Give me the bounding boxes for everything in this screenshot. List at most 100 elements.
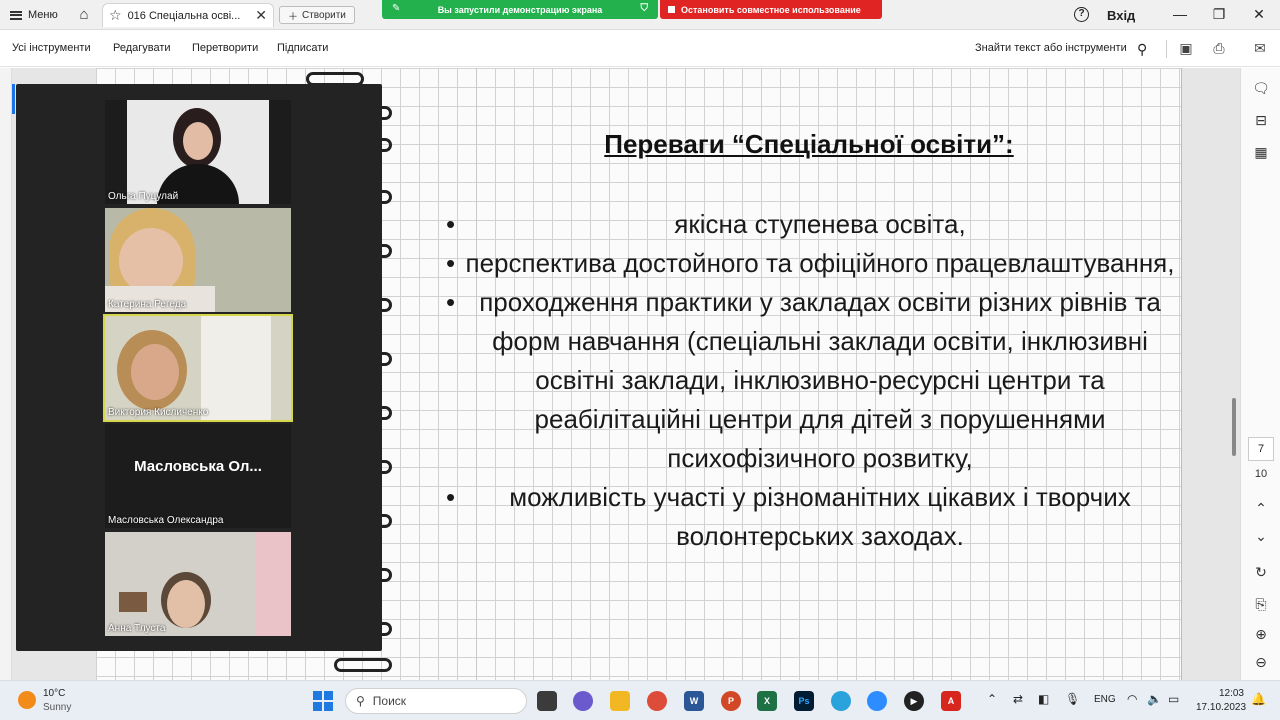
help-icon[interactable]: ? <box>1074 7 1089 22</box>
tray-app-icon-2[interactable]: ◧ <box>1038 692 1049 706</box>
word-icon[interactable]: W <box>684 691 704 711</box>
thumbnails-icon[interactable]: ▦ <box>1251 142 1271 162</box>
scrollbar-thumb[interactable] <box>1232 398 1236 456</box>
notification-bell-icon[interactable]: 🔔 <box>1251 692 1266 706</box>
page-down-icon[interactable]: ⌄ <box>1251 526 1271 546</box>
media-player-icon[interactable]: ▶ <box>904 691 924 711</box>
stop-share-button[interactable]: Остановить совместное использование <box>660 0 882 19</box>
sun-icon[interactable] <box>18 691 36 709</box>
search-placeholder: Поиск <box>372 694 407 708</box>
left-rail-indicator <box>12 84 15 114</box>
weather-temp[interactable]: 10°C <box>43 688 65 699</box>
minimize-icon[interactable]: — <box>1170 4 1190 24</box>
taskbar-search[interactable]: ⚲ Поиск <box>345 688 527 714</box>
video-frame <box>105 532 291 636</box>
right-tool-rail: 🗨 ⊟ ▦ 7 10 ⌃ ⌄ ↻ ⎘ ⊕ ⊖ <box>1240 68 1280 680</box>
bullet-text: якісна ступенева освіта, <box>674 209 966 239</box>
participant-name: Катерина Регеда <box>108 299 187 310</box>
window-background <box>201 316 271 420</box>
video-gallery-panel[interactable]: Ольга Пуцулай Катерина Регеда Виктория К… <box>16 84 382 651</box>
menu-edit[interactable]: Редагувати <box>113 42 171 54</box>
volume-icon[interactable]: 🔈 <box>1147 692 1162 706</box>
start-button[interactable] <box>313 691 333 711</box>
page-up-icon[interactable]: ⌃ <box>1251 498 1271 518</box>
bullet-text: можливість участі у різноманітних цікави… <box>509 482 1131 551</box>
page-total: 10 <box>1254 468 1268 480</box>
person-face <box>131 344 179 400</box>
weather-condition[interactable]: Sunny <box>43 702 71 713</box>
rotate-icon[interactable]: ↻ <box>1251 562 1271 582</box>
language-indicator[interactable]: ENG <box>1094 694 1116 705</box>
new-tab-label: Створити <box>302 9 346 21</box>
participant-placeholder-name: Масловська Ол... <box>134 458 262 475</box>
teams-chat-icon[interactable] <box>573 691 593 711</box>
person-face <box>183 122 213 160</box>
bookmark-icon[interactable]: ⊟ <box>1251 110 1271 130</box>
stop-icon <box>668 6 675 13</box>
restore-icon[interactable]: ❐ <box>1209 4 1229 24</box>
windows-taskbar: 10°C Sunny ⚲ Поиск W P X Ps ▶ A ⌃ ⇄ ◧ 🎙 … <box>0 680 1280 720</box>
email-icon[interactable]: ✉ <box>1251 39 1269 57</box>
clock-date[interactable]: 17.10.2023 <box>1196 702 1246 713</box>
participant-video-tile[interactable]: Анна Тлуста <box>105 532 291 636</box>
bullet-text: проходження практики у закладах освіти р… <box>479 287 1161 473</box>
screen-share-status: Вы запустили демонстрацию экрана <box>437 4 603 15</box>
wifi-icon[interactable]: ◠ <box>1127 692 1137 706</box>
tray-overflow-icon[interactable]: ⌃ <box>987 692 997 706</box>
find-text-tools[interactable]: Знайти текст або інструменти <box>975 42 1127 54</box>
person-face <box>119 228 183 294</box>
menu-label: Меню <box>28 9 58 21</box>
microphone-icon[interactable]: 🎙 <box>1065 692 1080 706</box>
zoom-in-icon[interactable]: ⊕ <box>1251 624 1271 644</box>
menu-button[interactable]: Меню <box>6 5 62 25</box>
list-item: • проходження практики у закладах освіти … <box>446 287 1161 473</box>
screen-share-status-bar: ✎ Вы запустили демонстрацию экрана ⛉ <box>382 0 658 19</box>
file-explorer-icon[interactable] <box>610 691 630 711</box>
search-icon[interactable]: ⚲ <box>1137 41 1147 58</box>
chrome-icon[interactable] <box>647 691 667 711</box>
telegram-icon[interactable] <box>831 691 851 711</box>
excel-icon[interactable]: X <box>757 691 777 711</box>
menu-sign[interactable]: Підписати <box>277 42 328 54</box>
photoshop-icon[interactable]: Ps <box>794 691 814 711</box>
plus-icon: ＋ <box>288 11 298 23</box>
comment-icon[interactable]: 🗨 <box>1251 78 1271 98</box>
person-face <box>167 580 205 628</box>
video-frame <box>105 316 291 420</box>
star-icon[interactable]: ☆ <box>109 7 122 24</box>
print-icon[interactable]: ⎙ <box>1210 39 1228 57</box>
task-view-icon[interactable] <box>537 691 557 711</box>
list-item: • якісна ступенева освіта, <box>446 209 966 239</box>
battery-icon[interactable]: ▭ <box>1168 692 1179 706</box>
participant-video-tile-active[interactable]: Виктория Кисличенко <box>103 314 293 422</box>
zoom-icon[interactable] <box>867 691 887 711</box>
login-button[interactable]: Вхід <box>1107 8 1135 23</box>
screen-share-icon: ✎ <box>392 3 401 14</box>
close-tab-icon[interactable]: ✕ <box>255 7 267 24</box>
powerpoint-icon[interactable]: P <box>721 691 741 711</box>
participant-name: Анна Тлуста <box>108 623 166 634</box>
extract-page-icon[interactable]: ⎘ <box>1251 594 1271 614</box>
shelf-background <box>119 592 147 612</box>
participant-video-tile[interactable]: Масловська Ол... Масловська Олександра <box>105 424 291 528</box>
save-icon[interactable]: ▣ <box>1177 39 1195 57</box>
notebook-ring <box>334 658 392 672</box>
menu-convert[interactable]: Перетворити <box>192 42 258 54</box>
document-tab[interactable]: ☆ 016 Спеціальна осві... ✕ <box>102 3 274 27</box>
toolbar-divider <box>1166 40 1167 58</box>
home-icon[interactable]: ⌂ <box>74 5 94 25</box>
zoom-out-icon[interactable]: ⊖ <box>1251 652 1271 672</box>
new-tab-button[interactable]: ＋ Створити <box>279 6 355 24</box>
list-item: • можливість участі у різноманітних цікав… <box>446 482 1131 551</box>
menu-all-tools[interactable]: Усі інструменти <box>12 42 91 54</box>
participant-video-tile[interactable]: Ольга Пуцулай <box>105 100 291 204</box>
tray-app-icon[interactable]: ⇄ <box>1013 692 1023 706</box>
page-number-input[interactable]: 7 <box>1248 437 1274 461</box>
close-window-icon[interactable]: ✕ <box>1249 4 1269 24</box>
participant-video-tile[interactable]: Катерина Регеда <box>105 208 291 312</box>
clock-time[interactable]: 12:03 <box>1216 688 1244 699</box>
acrobat-icon[interactable]: A <box>941 691 961 711</box>
curtain-background <box>255 532 291 636</box>
tab-title: 016 Спеціальна осві... <box>127 9 241 22</box>
hamburger-icon <box>10 10 22 20</box>
